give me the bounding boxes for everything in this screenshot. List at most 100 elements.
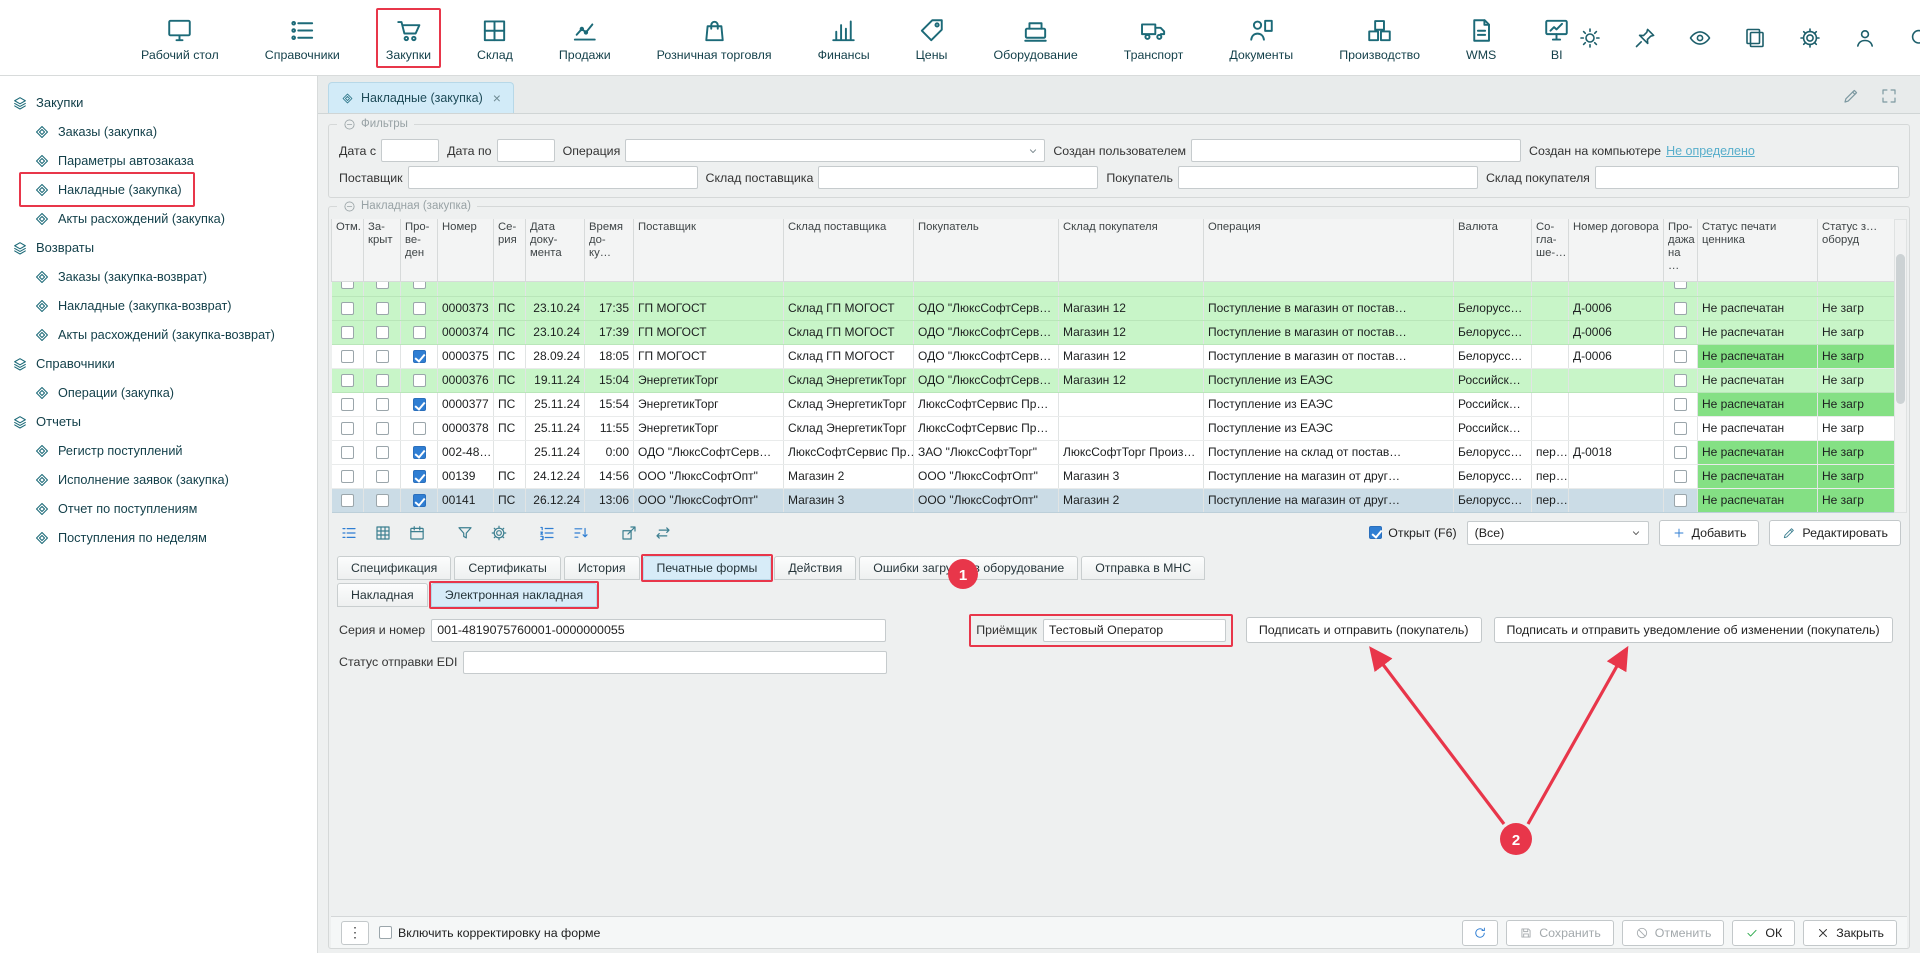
table-scrollbar[interactable]: [1894, 219, 1907, 513]
expand-view-icon[interactable]: [1880, 87, 1898, 105]
tree-group[interactable]: Справочники: [0, 349, 125, 378]
tree-group[interactable]: Отчеты: [0, 407, 91, 436]
edit-button[interactable]: Редактировать: [1769, 520, 1901, 546]
grid-row-00141[interactable]: 00141ПС26.12.2413:06ООО "ЛюксСофтОпт"Маг…: [332, 488, 1895, 512]
row-checkbox-sale[interactable]: [1674, 374, 1687, 387]
sign-send-notice-button[interactable]: Подписать и отправить уведомление об изм…: [1494, 617, 1893, 643]
column-header-agreement[interactable]: Со- гла- ше-…: [1532, 219, 1569, 281]
buyer-wh-input[interactable]: [1595, 166, 1899, 189]
view-filter-select[interactable]: (Все): [1467, 521, 1649, 545]
column-header-supplier[interactable]: Поставщик: [634, 219, 784, 281]
row-checkbox-posted[interactable]: [413, 470, 426, 483]
row-checkbox-sale[interactable]: [1674, 398, 1687, 411]
row-checkbox-marked[interactable]: [341, 374, 354, 387]
grid-row-0000373[interactable]: 0000373ПС23.10.2417:35ГП МОГОСТСклад ГП …: [332, 296, 1895, 320]
supplier-input[interactable]: [408, 166, 698, 189]
correction-checkbox[interactable]: Включить корректировку на форме: [379, 926, 600, 940]
row-checkbox-marked[interactable]: [341, 422, 354, 435]
sort-button[interactable]: [569, 521, 593, 545]
column-header-sale[interactable]: Про- дажа на …: [1664, 219, 1698, 281]
tab-nakladnye-zakupka[interactable]: Накладные (закупка) ×: [328, 82, 514, 113]
row-checkbox-posted[interactable]: [413, 302, 426, 315]
tab-Отправка в МНС[interactable]: Отправка в МНС: [1081, 556, 1205, 580]
column-header-operation[interactable]: Операция: [1204, 219, 1454, 281]
tree-item[interactable]: Накладные (закупка-возврат): [22, 291, 242, 320]
user-icon[interactable]: [1853, 26, 1877, 50]
tab-История[interactable]: История: [564, 556, 640, 580]
row-checkbox-closed[interactable]: [376, 446, 389, 459]
tab-close-icon[interactable]: ×: [493, 90, 501, 106]
row-checkbox-closed[interactable]: [376, 398, 389, 411]
column-header-closed[interactable]: За- крыт: [364, 219, 401, 281]
row-checkbox-posted[interactable]: [413, 374, 426, 387]
row-checkbox-marked[interactable]: [341, 350, 354, 363]
row-checkbox-marked[interactable]: [341, 494, 354, 507]
tab-Действия[interactable]: Действия: [774, 556, 856, 580]
nav-item-10[interactable]: Транспорт: [1117, 11, 1191, 65]
row-checkbox-closed[interactable]: [376, 470, 389, 483]
column-header-time[interactable]: Время до- ку…: [585, 219, 634, 281]
subtab-Электронная накладная[interactable]: Электронная накладная: [431, 583, 597, 607]
row-checkbox-sale[interactable]: [1674, 326, 1687, 339]
row-checkbox-sale[interactable]: [1674, 446, 1687, 459]
column-header-buyer_wh[interactable]: Склад покупателя: [1059, 219, 1204, 281]
edit-view-icon[interactable]: [1842, 87, 1860, 105]
open-checkb[interactable]: [1369, 526, 1382, 539]
grid-row-0000376[interactable]: 0000376ПС19.11.2415:04ЭнергетикТоргСклад…: [332, 368, 1895, 392]
cancel-button[interactable]: Отменить: [1622, 920, 1725, 946]
operation-select[interactable]: [625, 139, 1045, 162]
numbered-list-button[interactable]: [535, 521, 559, 545]
row-checkbox-marked[interactable]: [341, 326, 354, 339]
scrollbar-thumb[interactable]: [1896, 254, 1905, 404]
column-header-load_status[interactable]: Статус з… оборуд: [1818, 219, 1895, 281]
nav-item-6[interactable]: Розничная торговля: [650, 11, 779, 65]
created-by-input[interactable]: [1191, 139, 1521, 162]
nav-item-12[interactable]: Производство: [1332, 11, 1427, 65]
grid-row-0000374[interactable]: 0000374ПС23.10.2417:39ГП МОГОСТСклад ГП …: [332, 320, 1895, 344]
clipboard-icon[interactable]: [1743, 26, 1767, 50]
supplier-wh-input[interactable]: [818, 166, 1098, 189]
series-number-input[interactable]: [431, 619, 886, 642]
row-checkbox-marked[interactable]: [341, 398, 354, 411]
tree-item[interactable]: Параметры автозаказа: [22, 146, 204, 175]
nav-item-8[interactable]: Цены: [909, 11, 955, 65]
tree-item[interactable]: Акты расхождений (закупка-возврат): [22, 320, 285, 349]
tree-item[interactable]: Отчет по поступлениям: [22, 494, 207, 523]
pin-icon[interactable]: [1633, 26, 1657, 50]
calendar-button[interactable]: [405, 521, 429, 545]
row-checkbox-closed[interactable]: [376, 374, 389, 387]
tab-Спецификация[interactable]: Спецификация: [337, 556, 451, 580]
grid-row-0000378[interactable]: 0000378ПС25.11.2411:55ЭнергетикТоргСклад…: [332, 416, 1895, 440]
tree-group[interactable]: Закупки: [0, 88, 93, 117]
column-header-marked[interactable]: Отм.: [332, 219, 364, 281]
column-header-series[interactable]: Се- рия: [494, 219, 526, 281]
more-menu-button[interactable]: ⋮: [341, 921, 369, 945]
tree-item[interactable]: Поступления по неделям: [22, 523, 217, 552]
tree-group[interactable]: Возвраты: [0, 233, 104, 262]
eye-icon[interactable]: [1688, 26, 1712, 50]
nav-item-14[interactable]: BI: [1535, 11, 1578, 65]
row-checkbox-posted[interactable]: [413, 350, 426, 363]
row-checkbox-closed[interactable]: [376, 302, 389, 315]
row-checkbox-marked[interactable]: [341, 302, 354, 315]
tab-Печатные формы[interactable]: Печатные формы: [643, 556, 772, 580]
row-checkbox-posted[interactable]: [413, 422, 426, 435]
nav-item-11[interactable]: Документы: [1222, 11, 1300, 65]
row-checkbox-sale[interactable]: [1674, 302, 1687, 315]
receiver-input[interactable]: [1043, 619, 1226, 642]
grid-row-0000377[interactable]: 0000377ПС25.11.2415:54ЭнергетикТоргСклад…: [332, 392, 1895, 416]
nav-item-9[interactable]: Оборудование: [986, 11, 1084, 65]
tab-Ошибки загрузки в оборудование[interactable]: Ошибки загрузки в оборудование: [859, 556, 1078, 580]
row-checkbox-posted[interactable]: [413, 446, 426, 459]
row-checkbox-marked[interactable]: [341, 446, 354, 459]
tree-item[interactable]: Накладные (закупка): [22, 175, 192, 204]
created-on-link[interactable]: Не определено: [1666, 144, 1755, 158]
brightness-icon[interactable]: [1578, 26, 1602, 50]
column-header-date[interactable]: Дата доку- мента: [526, 219, 585, 281]
column-header-buyer[interactable]: Покупатель: [914, 219, 1059, 281]
row-checkbox-sale[interactable]: [1674, 422, 1687, 435]
search-icon[interactable]: [1908, 26, 1920, 50]
grid-row-002-48…[interactable]: 002-48…25.11.240:00ОДО "ЛюксСофтСерв…Люк…: [332, 440, 1895, 464]
tree-item[interactable]: Заказы (закупка): [22, 117, 167, 146]
row-checkbox-closed[interactable]: [376, 326, 389, 339]
